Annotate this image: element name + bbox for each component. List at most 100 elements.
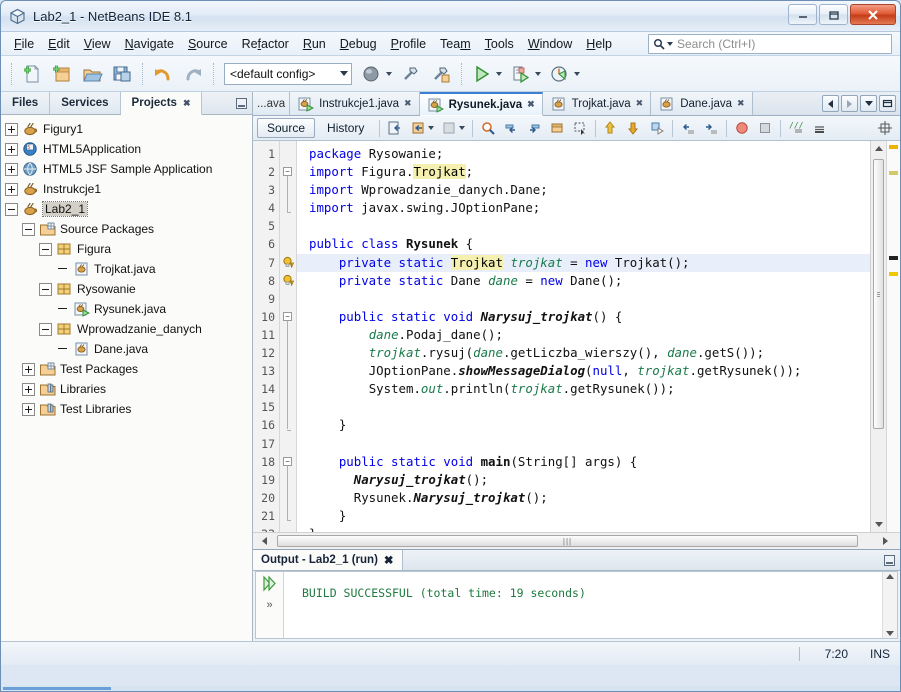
back-dropdown-icon[interactable] bbox=[428, 126, 435, 130]
code-line[interactable]: public static void main(String[] args) { bbox=[297, 453, 870, 471]
code-line[interactable]: Narysuj_trojkat(); bbox=[297, 471, 870, 489]
new-project-button[interactable] bbox=[48, 60, 76, 88]
build-dropdown-icon[interactable] bbox=[386, 71, 392, 76]
close-icon[interactable]: ✖ bbox=[737, 98, 745, 109]
forward-arrow-icon[interactable] bbox=[438, 118, 460, 139]
tree-node[interactable]: Trojkat.java bbox=[1, 259, 252, 279]
code-line[interactable] bbox=[297, 435, 870, 453]
build-project-button[interactable] bbox=[358, 60, 386, 88]
code-line[interactable] bbox=[297, 398, 870, 416]
code-line[interactable]: } bbox=[297, 525, 870, 532]
collapse-icon[interactable] bbox=[39, 242, 52, 256]
occurrence-mark-2[interactable] bbox=[889, 272, 898, 276]
comment-icon[interactable]: /// bbox=[785, 118, 807, 139]
tree-node[interactable]: Instrukcje1 bbox=[1, 179, 252, 199]
code-line[interactable]: import Wprowadzanie_danych.Dane; bbox=[297, 181, 870, 199]
prev-error-icon[interactable] bbox=[600, 118, 622, 139]
output-prompt-icon[interactable]: » bbox=[266, 599, 272, 611]
collapse-icon[interactable] bbox=[22, 222, 35, 236]
prev-bookmark-icon[interactable] bbox=[500, 118, 522, 139]
code-line[interactable]: private static Dane dane = new Dane(); bbox=[297, 272, 870, 290]
hint-lightbulb-icon[interactable]: ! bbox=[280, 254, 296, 272]
tree-node[interactable]: Dane.java bbox=[1, 339, 252, 359]
editor-tab-instrukcje1java[interactable]: Instrukcje1.java ✖ bbox=[290, 92, 420, 115]
minimize-sidebar-button[interactable] bbox=[230, 92, 252, 114]
output-scrollbar[interactable] bbox=[882, 572, 897, 638]
output-scroll-down[interactable] bbox=[883, 631, 897, 636]
close-icon[interactable]: ✖ bbox=[636, 98, 644, 109]
code-line[interactable]: package Rysowanie; bbox=[297, 145, 870, 163]
tree-node[interactable]: Figura bbox=[1, 239, 252, 259]
menu-debug[interactable]: Debug bbox=[333, 34, 384, 54]
caret-mark[interactable] bbox=[889, 256, 898, 260]
code-text[interactable]: package Rysowanie; import Figura.Trojkat;… bbox=[297, 141, 870, 532]
record-icon[interactable] bbox=[731, 118, 753, 139]
code-line[interactable]: private static Trojkat trojkat = new Tro… bbox=[297, 253, 870, 272]
save-all-button[interactable] bbox=[108, 60, 136, 88]
minimize-button[interactable] bbox=[788, 4, 817, 25]
scroll-tabs-left-button[interactable] bbox=[822, 95, 839, 112]
sidebar-tab-services[interactable]: Services bbox=[50, 92, 121, 114]
warning-mark[interactable] bbox=[889, 145, 898, 149]
next-bookmark-icon[interactable] bbox=[523, 118, 545, 139]
rerun-icon[interactable] bbox=[261, 575, 278, 595]
menu-tools[interactable]: Tools bbox=[478, 34, 521, 54]
tab-source[interactable]: Source bbox=[257, 118, 316, 138]
output-scroll-up[interactable] bbox=[883, 574, 897, 579]
editor-tab-trojkatjava[interactable]: Trojkat.java ✖ bbox=[542, 92, 652, 115]
new-file-button[interactable] bbox=[18, 60, 46, 88]
occurrence-mark[interactable] bbox=[889, 171, 898, 175]
editor-tab-danejava[interactable]: Dane.java ✖ bbox=[651, 92, 753, 115]
expand-icon[interactable] bbox=[22, 362, 35, 376]
fold-collapse-icon[interactable]: − bbox=[283, 456, 292, 466]
vertical-scroll-thumb[interactable] bbox=[873, 159, 884, 429]
minimize-output-button[interactable] bbox=[878, 550, 900, 570]
maximize-editor-button[interactable] bbox=[879, 95, 896, 112]
menu-source[interactable]: Source bbox=[181, 34, 235, 54]
close-icon[interactable]: ✖ bbox=[183, 98, 191, 109]
code-line[interactable]: JOptionPane.showMessageDialog(null, troj… bbox=[297, 362, 870, 380]
tree-node[interactable]: Source Packages bbox=[1, 219, 252, 239]
search-dropdown-icon[interactable] bbox=[667, 42, 673, 46]
menu-run[interactable]: Run bbox=[296, 34, 333, 54]
undo-button[interactable] bbox=[149, 60, 177, 88]
code-line[interactable] bbox=[297, 290, 870, 308]
shift-right-icon[interactable] bbox=[700, 118, 722, 139]
tree-node[interactable]: Rysowanie bbox=[1, 279, 252, 299]
tree-node[interactable]: Rysunek.java bbox=[1, 299, 252, 319]
tree-node[interactable]: Figury1 bbox=[1, 119, 252, 139]
stop-icon[interactable] bbox=[754, 118, 776, 139]
sidebar-tab-files[interactable]: Files bbox=[1, 92, 51, 114]
profile-dropdown-icon[interactable] bbox=[574, 71, 580, 76]
code-line[interactable]: import Figura.Trojkat; bbox=[297, 163, 870, 181]
scroll-down-button[interactable] bbox=[871, 517, 886, 532]
collapse-icon[interactable] bbox=[39, 282, 52, 296]
menu-file[interactable]: File bbox=[7, 34, 41, 54]
highlight-icon[interactable] bbox=[646, 118, 668, 139]
menu-profile[interactable]: Profile bbox=[384, 34, 433, 54]
editor-horizontal-scrollbar[interactable]: ||| bbox=[253, 532, 900, 549]
horizontal-scroll-thumb[interactable]: ||| bbox=[277, 535, 858, 547]
menu-window[interactable]: Window bbox=[521, 34, 579, 54]
collapse-icon[interactable] bbox=[5, 202, 18, 216]
menu-view[interactable]: View bbox=[77, 34, 118, 54]
close-icon[interactable]: ✖ bbox=[527, 99, 535, 110]
sidebar-tab-projects[interactable]: Projects ✖ bbox=[120, 92, 203, 115]
find-selection-icon[interactable] bbox=[477, 118, 499, 139]
scroll-right-button[interactable] bbox=[874, 537, 896, 545]
clean-build-alt-button[interactable] bbox=[427, 60, 455, 88]
tree-node[interactable]: HTML5 JSF Sample Application bbox=[1, 159, 252, 179]
code-line[interactable]: import javax.swing.JOptionPane; bbox=[297, 199, 870, 217]
last-edit-icon[interactable] bbox=[384, 118, 406, 139]
expand-icon[interactable] bbox=[5, 182, 18, 196]
code-line[interactable]: } bbox=[297, 416, 870, 434]
code-editor[interactable]: 1234567891011121314151617181920212223 !!… bbox=[253, 141, 900, 532]
project-config-combo[interactable]: <default config> bbox=[224, 62, 352, 85]
tree-node[interactable]: Test Libraries bbox=[1, 399, 252, 419]
output-body[interactable]: » BUILD SUCCESSFUL (total time: 19 secon… bbox=[255, 571, 898, 639]
expand-icon[interactable] bbox=[5, 162, 18, 176]
tree-node[interactable]: 5 HTML5Application bbox=[1, 139, 252, 159]
close-button[interactable] bbox=[850, 4, 896, 25]
expand-icon[interactable] bbox=[5, 142, 18, 156]
editor-tab-ava[interactable]: ...ava bbox=[253, 92, 291, 115]
